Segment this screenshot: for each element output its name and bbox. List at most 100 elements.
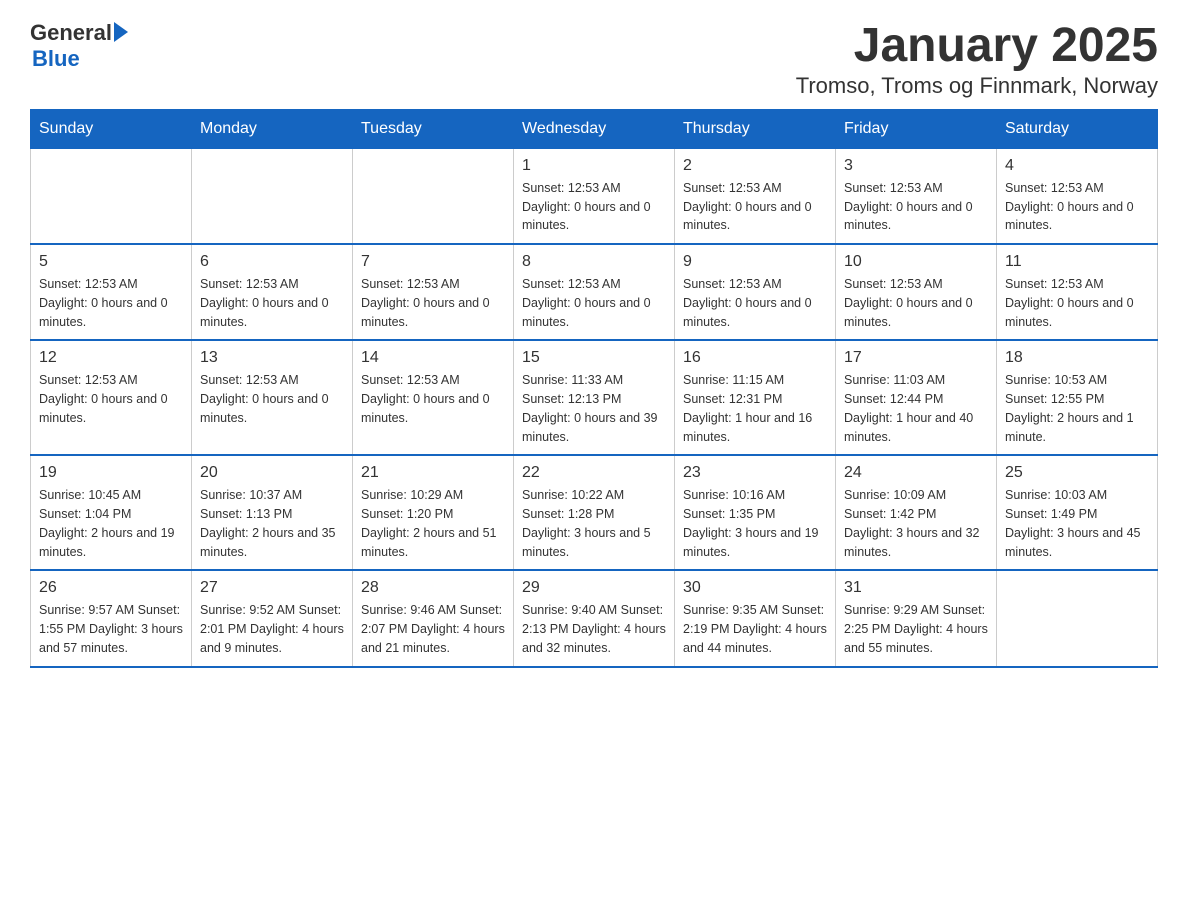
day-info: Sunrise: 11:03 AM Sunset: 12:44 PM Dayli… bbox=[844, 371, 988, 446]
day-info: Sunset: 12:53 AM Daylight: 0 hours and 0… bbox=[844, 275, 988, 331]
day-info: Sunrise: 9:29 AM Sunset: 2:25 PM Dayligh… bbox=[844, 601, 988, 657]
calendar-header: SundayMondayTuesdayWednesdayThursdayFrid… bbox=[31, 109, 1158, 148]
day-number: 30 bbox=[683, 579, 827, 597]
day-info: Sunset: 12:53 AM Daylight: 0 hours and 0… bbox=[200, 371, 344, 427]
day-cell: 1 Sunset: 12:53 AM Daylight: 0 hours and … bbox=[514, 148, 675, 244]
day-number: 20 bbox=[200, 464, 344, 482]
day-cell: 8Sunset: 12:53 AM Daylight: 0 hours and … bbox=[514, 244, 675, 340]
day-number: 17 bbox=[844, 349, 988, 367]
calendar-table: SundayMondayTuesdayWednesdayThursdayFrid… bbox=[30, 109, 1158, 668]
day-cell: 29 Sunrise: 9:40 AM Sunset: 2:13 PM Dayli… bbox=[514, 570, 675, 666]
day-info: Sunset: 12:53 AM Daylight: 0 hours and 0… bbox=[39, 371, 183, 427]
week-row-4: 19 Sunrise: 10:45 AM Sunset: 1:04 PM Dayl… bbox=[31, 455, 1158, 570]
day-cell: 20 Sunrise: 10:37 AM Sunset: 1:13 PM Dayl… bbox=[192, 455, 353, 570]
day-cell bbox=[353, 148, 514, 244]
day-number: 27 bbox=[200, 579, 344, 597]
day-cell: 10 Sunset: 12:53 AM Daylight: 0 hours and… bbox=[836, 244, 997, 340]
header-cell-friday: Friday bbox=[836, 109, 997, 148]
day-info: Sunrise: 9:57 AM Sunset: 1:55 PM Dayligh… bbox=[39, 601, 183, 657]
header-cell-monday: Monday bbox=[192, 109, 353, 148]
day-info: Sunrise: 11:15 AM Sunset: 12:31 PM Dayli… bbox=[683, 371, 827, 446]
header-cell-thursday: Thursday bbox=[675, 109, 836, 148]
day-cell: 3Sunset: 12:53 AM Daylight: 0 hours and … bbox=[836, 148, 997, 244]
day-cell: 30 Sunrise: 9:35 AM Sunset: 2:19 PM Dayli… bbox=[675, 570, 836, 666]
day-cell: 21 Sunrise: 10:29 AM Sunset: 1:20 PM Dayl… bbox=[353, 455, 514, 570]
day-number: 21 bbox=[361, 464, 505, 482]
day-info: Sunset: 12:53 AM Daylight: 0 hours and 0… bbox=[683, 275, 827, 331]
day-cell: 25Sunrise: 10:03 AM Sunset: 1:49 PM Dayl… bbox=[997, 455, 1158, 570]
day-cell: 22Sunrise: 10:22 AM Sunset: 1:28 PM Dayl… bbox=[514, 455, 675, 570]
day-info: Sunset: 12:53 AM Daylight: 0 hours and 0… bbox=[1005, 275, 1149, 331]
day-cell: 14Sunset: 12:53 AM Daylight: 0 hours and… bbox=[353, 340, 514, 455]
day-cell: 7Sunset: 12:53 AM Daylight: 0 hours and … bbox=[353, 244, 514, 340]
week-row-2: 5 Sunset: 12:53 AM Daylight: 0 hours and … bbox=[31, 244, 1158, 340]
day-info: Sunset: 12:53 AM Daylight: 0 hours and 0… bbox=[522, 179, 666, 235]
day-number: 2 bbox=[683, 157, 827, 175]
page-subtitle: Tromso, Troms og Finnmark, Norway bbox=[796, 73, 1158, 99]
day-cell bbox=[31, 148, 192, 244]
header-cell-wednesday: Wednesday bbox=[514, 109, 675, 148]
day-info: Sunrise: 9:46 AM Sunset: 2:07 PM Dayligh… bbox=[361, 601, 505, 657]
day-number: 1 bbox=[522, 157, 666, 175]
day-number: 9 bbox=[683, 253, 827, 271]
day-number: 10 bbox=[844, 253, 988, 271]
day-info: Sunrise: 10:16 AM Sunset: 1:35 PM Daylig… bbox=[683, 486, 827, 561]
day-number: 15 bbox=[522, 349, 666, 367]
day-number: 5 bbox=[39, 253, 183, 271]
week-row-5: 26 Sunrise: 9:57 AM Sunset: 1:55 PM Dayli… bbox=[31, 570, 1158, 666]
day-number: 29 bbox=[522, 579, 666, 597]
day-number: 3 bbox=[844, 157, 988, 175]
day-number: 16 bbox=[683, 349, 827, 367]
header-cell-sunday: Sunday bbox=[31, 109, 192, 148]
day-number: 18 bbox=[1005, 349, 1149, 367]
header-cell-tuesday: Tuesday bbox=[353, 109, 514, 148]
day-info: Sunrise: 11:33 AM Sunset: 12:13 PM Dayli… bbox=[522, 371, 666, 446]
week-row-3: 12Sunset: 12:53 AM Daylight: 0 hours and… bbox=[31, 340, 1158, 455]
day-cell: 18 Sunrise: 10:53 AM Sunset: 12:55 PM Day… bbox=[997, 340, 1158, 455]
day-cell: 2 Sunset: 12:53 AM Daylight: 0 hours and … bbox=[675, 148, 836, 244]
day-cell: 28Sunrise: 9:46 AM Sunset: 2:07 PM Dayli… bbox=[353, 570, 514, 666]
day-info: Sunset: 12:53 AM Daylight: 0 hours and 0… bbox=[683, 179, 827, 235]
day-cell: 27 Sunrise: 9:52 AM Sunset: 2:01 PM Dayli… bbox=[192, 570, 353, 666]
calendar-body: 1 Sunset: 12:53 AM Daylight: 0 hours and … bbox=[31, 148, 1158, 666]
day-info: Sunset: 12:53 AM Daylight: 0 hours and 0… bbox=[200, 275, 344, 331]
day-info: Sunrise: 10:29 AM Sunset: 1:20 PM Daylig… bbox=[361, 486, 505, 561]
day-info: Sunrise: 10:37 AM Sunset: 1:13 PM Daylig… bbox=[200, 486, 344, 561]
day-number: 4 bbox=[1005, 157, 1149, 175]
day-number: 25 bbox=[1005, 464, 1149, 482]
day-number: 31 bbox=[844, 579, 988, 597]
day-cell: 4Sunset: 12:53 AM Daylight: 0 hours and … bbox=[997, 148, 1158, 244]
day-number: 26 bbox=[39, 579, 183, 597]
day-number: 11 bbox=[1005, 253, 1149, 271]
day-cell: 15 Sunrise: 11:33 AM Sunset: 12:13 PM Day… bbox=[514, 340, 675, 455]
page-title: January 2025 bbox=[796, 20, 1158, 73]
day-cell: 23 Sunrise: 10:16 AM Sunset: 1:35 PM Dayl… bbox=[675, 455, 836, 570]
day-info: Sunrise: 9:52 AM Sunset: 2:01 PM Dayligh… bbox=[200, 601, 344, 657]
day-info: Sunrise: 9:40 AM Sunset: 2:13 PM Dayligh… bbox=[522, 601, 666, 657]
day-number: 6 bbox=[200, 253, 344, 271]
day-info: Sunset: 12:53 AM Daylight: 0 hours and 0… bbox=[361, 275, 505, 331]
day-info: Sunrise: 10:45 AM Sunset: 1:04 PM Daylig… bbox=[39, 486, 183, 561]
logo-blue-text: Blue bbox=[32, 46, 80, 72]
page-header: General Blue January 2025 Tromso, Troms … bbox=[30, 20, 1158, 99]
week-row-1: 1 Sunset: 12:53 AM Daylight: 0 hours and … bbox=[31, 148, 1158, 244]
day-info: Sunrise: 9:35 AM Sunset: 2:19 PM Dayligh… bbox=[683, 601, 827, 657]
day-number: 19 bbox=[39, 464, 183, 482]
logo: General Blue bbox=[30, 20, 128, 72]
day-number: 23 bbox=[683, 464, 827, 482]
day-number: 13 bbox=[200, 349, 344, 367]
day-number: 24 bbox=[844, 464, 988, 482]
day-cell bbox=[192, 148, 353, 244]
header-row: SundayMondayTuesdayWednesdayThursdayFrid… bbox=[31, 109, 1158, 148]
day-number: 22 bbox=[522, 464, 666, 482]
header-cell-saturday: Saturday bbox=[997, 109, 1158, 148]
day-cell: 5 Sunset: 12:53 AM Daylight: 0 hours and … bbox=[31, 244, 192, 340]
day-info: Sunset: 12:53 AM Daylight: 0 hours and 0… bbox=[39, 275, 183, 331]
day-cell: 31 Sunrise: 9:29 AM Sunset: 2:25 PM Dayli… bbox=[836, 570, 997, 666]
day-cell: 12Sunset: 12:53 AM Daylight: 0 hours and… bbox=[31, 340, 192, 455]
day-cell: 17 Sunrise: 11:03 AM Sunset: 12:44 PM Day… bbox=[836, 340, 997, 455]
day-cell: 19 Sunrise: 10:45 AM Sunset: 1:04 PM Dayl… bbox=[31, 455, 192, 570]
day-info: Sunset: 12:53 AM Daylight: 0 hours and 0… bbox=[361, 371, 505, 427]
day-cell bbox=[997, 570, 1158, 666]
day-info: Sunrise: 10:53 AM Sunset: 12:55 PM Dayli… bbox=[1005, 371, 1149, 446]
